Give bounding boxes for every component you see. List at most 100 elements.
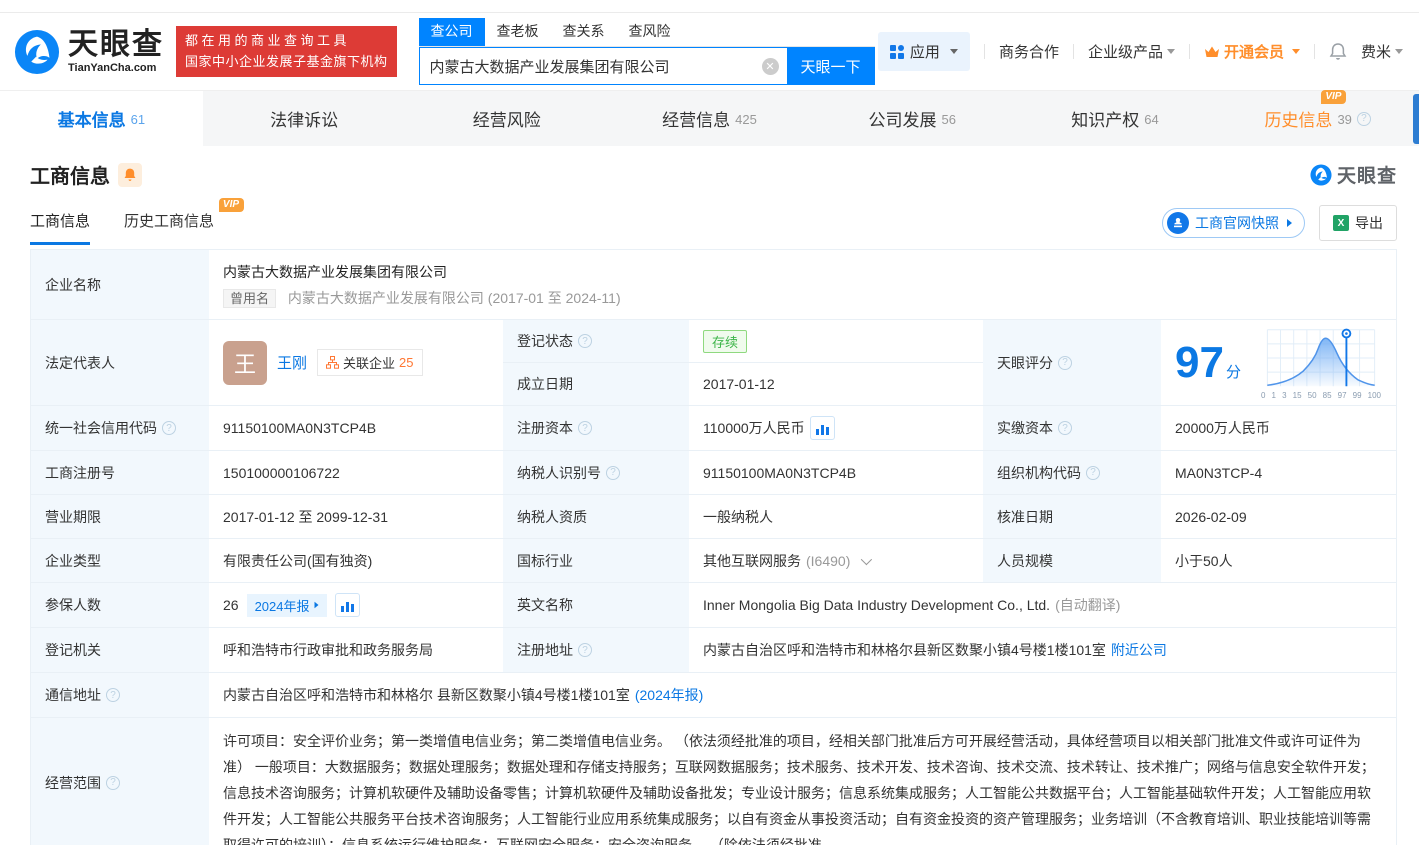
help-icon[interactable]: ? xyxy=(1086,466,1100,480)
search-tab-risk[interactable]: 查风险 xyxy=(617,18,683,46)
tab-company-development[interactable]: 公司发展 56 xyxy=(811,91,1014,146)
staff-size-value: 小于50人 xyxy=(1161,539,1396,583)
crown-icon xyxy=(1204,45,1220,59)
menu-enterprise-products[interactable]: 企业级产品 xyxy=(1088,41,1175,62)
tab-intellectual-property[interactable]: 知识产权 64 xyxy=(1014,91,1217,146)
help-icon[interactable]: ? xyxy=(606,466,620,480)
help-icon[interactable]: ? xyxy=(578,643,592,657)
help-icon[interactable]: ? xyxy=(106,688,120,702)
legal-rep-cell: 王 王刚 关联企业 25 xyxy=(209,320,503,406)
monitor-bell-icon[interactable] xyxy=(118,163,142,187)
slogan-line2: 国家中小企业发展子基金旗下机构 xyxy=(185,52,388,72)
legal-rep-name-link[interactable]: 王刚 xyxy=(277,352,307,373)
former-name-badge: 曾用名 xyxy=(223,289,276,308)
legal-rep-avatar[interactable]: 王 xyxy=(223,341,267,385)
menu-separator xyxy=(1189,44,1190,59)
apps-label: 应用 xyxy=(910,41,940,62)
capital-chart-icon[interactable] xyxy=(810,416,835,440)
search-tab-boss[interactable]: 查老板 xyxy=(485,18,551,46)
english-name-label: 英文名称 xyxy=(503,583,689,628)
company-nav-tabs: 基本信息 61 法律诉讼 经营风险 经营信息 425 公司发展 56 知识产权 … xyxy=(0,90,1419,146)
search-tabs: 查公司 查老板 查关系 查风险 xyxy=(419,18,875,47)
establish-date-label: 成立日期 xyxy=(503,363,689,406)
approval-date-label: 核准日期 xyxy=(983,495,1161,539)
enterprise-label: 企业级产品 xyxy=(1088,41,1163,62)
help-icon[interactable]: ? xyxy=(106,776,120,790)
clear-search-icon[interactable]: ✕ xyxy=(762,58,779,75)
related-companies-badge[interactable]: 关联企业 25 xyxy=(317,349,422,376)
business-scope-label: 经营范围? xyxy=(31,718,209,845)
apps-menu[interactable]: 应用 xyxy=(878,32,970,71)
help-icon[interactable]: ? xyxy=(162,421,176,435)
search-input[interactable] xyxy=(430,58,762,75)
menu-separator xyxy=(984,44,985,59)
help-icon[interactable]: ? xyxy=(1058,421,1072,435)
score-value: 97 xyxy=(1175,338,1224,387)
company-type-value: 有限责任公司(国有独资) xyxy=(209,539,503,583)
english-name-cell: Inner Mongolia Big Data Industry Develop… xyxy=(689,583,1396,628)
company-name-cell: 内蒙古大数据产业发展集团有限公司 曾用名 内蒙古大数据产业发展有限公司 (201… xyxy=(209,250,1396,320)
company-type-label: 企业类型 xyxy=(31,539,209,583)
search-tab-relation[interactable]: 查关系 xyxy=(551,18,617,46)
menu-cooperation[interactable]: 商务合作 xyxy=(999,41,1059,62)
notification-bell-icon[interactable] xyxy=(1329,42,1347,61)
reg-address-label: 注册地址? xyxy=(503,628,689,673)
help-icon[interactable]: ? xyxy=(578,334,592,348)
reg-address-cell: 内蒙古自治区呼和浩特市和林格尔县新区数聚小镇4号楼1楼101室 附近公司 xyxy=(689,628,1396,673)
vip-label: 开通会员 xyxy=(1224,41,1284,62)
help-icon[interactable]: ? xyxy=(578,421,592,435)
taxpayer-id-value: 91150100MA0N3TCP4B xyxy=(689,451,983,495)
reg-status-cell: 存续 xyxy=(689,320,983,363)
watermark-text: 天眼查 xyxy=(1337,161,1397,188)
comm-address-label: 通信地址? xyxy=(31,673,209,718)
business-term-label: 营业期限 xyxy=(31,495,209,539)
tab-operation-info[interactable]: 经营信息 425 xyxy=(608,91,811,146)
help-icon[interactable]: ? xyxy=(1058,356,1072,370)
official-snapshot-button[interactable]: 工商官网快照 xyxy=(1162,208,1305,238)
export-button[interactable]: X 导出 xyxy=(1319,205,1397,241)
annual-report-link[interactable]: (2024年报) xyxy=(635,685,703,705)
top-menu: 应用 商务合作 企业级产品 开通会员 费米 xyxy=(878,32,1403,71)
user-menu[interactable]: 费米 xyxy=(1361,41,1403,62)
open-vip-menu[interactable]: 开通会员 xyxy=(1204,41,1300,62)
slogan-line1: 都在用的商业查询工具 xyxy=(185,31,388,51)
reg-number-value: 150100000106722 xyxy=(209,451,503,495)
industry-value: 其他互联网服务 xyxy=(703,551,801,571)
tianyancha-logo[interactable]: 天眼查 TianYanCha.com xyxy=(14,29,164,75)
subtab-business-info[interactable]: 工商信息 xyxy=(30,210,90,245)
reg-capital-label: 注册资本? xyxy=(503,406,689,451)
paid-capital-value: 20000万人民币 xyxy=(1161,406,1396,451)
subtab-history-business-info[interactable]: 历史工商信息 VIP xyxy=(124,210,214,245)
side-float-handle[interactable] xyxy=(1413,94,1419,144)
business-info-table: 企业名称 内蒙古大数据产业发展集团有限公司 曾用名 内蒙古大数据产业发展有限公司… xyxy=(30,249,1397,845)
stamp-icon xyxy=(1167,212,1189,234)
section-header: 工商信息 天眼查 xyxy=(0,146,1419,189)
approval-date-value: 2026-02-09 xyxy=(1161,495,1396,539)
search-tab-company[interactable]: 查公司 xyxy=(419,18,485,46)
chevron-down-icon[interactable] xyxy=(861,553,872,564)
score-distribution-chart[interactable]: 0131550859799100 xyxy=(1260,326,1382,400)
paid-capital-label: 实缴资本? xyxy=(983,406,1161,451)
tab-history-info[interactable]: 历史信息 VIP 39 ? xyxy=(1216,91,1419,146)
business-term-value: 2017-01-12 至 2099-12-31 xyxy=(209,495,503,539)
english-name-value: Inner Mongolia Big Data Industry Develop… xyxy=(703,597,1050,613)
search-button[interactable]: 天眼一下 xyxy=(787,47,875,85)
annual-report-badge[interactable]: 2024年报 xyxy=(247,594,327,617)
tab-operation-risk[interactable]: 经营风险 xyxy=(405,91,608,146)
reg-authority-label: 登记机关 xyxy=(31,628,209,673)
tab-legal-proceedings[interactable]: 法律诉讼 xyxy=(203,91,406,146)
nearby-companies-link[interactable]: 附近公司 xyxy=(1111,640,1167,660)
excel-icon: X xyxy=(1333,215,1349,231)
reg-status-label: 登记状态? xyxy=(503,320,689,363)
establish-date-value: 2017-01-12 xyxy=(689,363,983,406)
comm-address-cell: 内蒙古自治区呼和浩特市和林格尔 县新区数聚小镇4号楼1楼101室 (2024年报… xyxy=(209,673,1396,718)
insured-chart-icon[interactable] xyxy=(335,593,360,617)
industry-cell[interactable]: 其他互联网服务 (I6490) xyxy=(689,539,983,583)
help-icon[interactable]: ? xyxy=(1357,112,1371,126)
search-area: 查公司 查老板 查关系 查风险 ✕ 天眼一下 xyxy=(419,18,875,85)
tab-basic-info[interactable]: 基本信息 61 xyxy=(0,91,203,146)
industry-code: (I6490) xyxy=(806,553,850,569)
score-cell: 97分 013155 xyxy=(1161,320,1396,406)
insured-label: 参保人数 xyxy=(31,583,209,628)
insured-cell: 26 2024年报 xyxy=(209,583,503,628)
